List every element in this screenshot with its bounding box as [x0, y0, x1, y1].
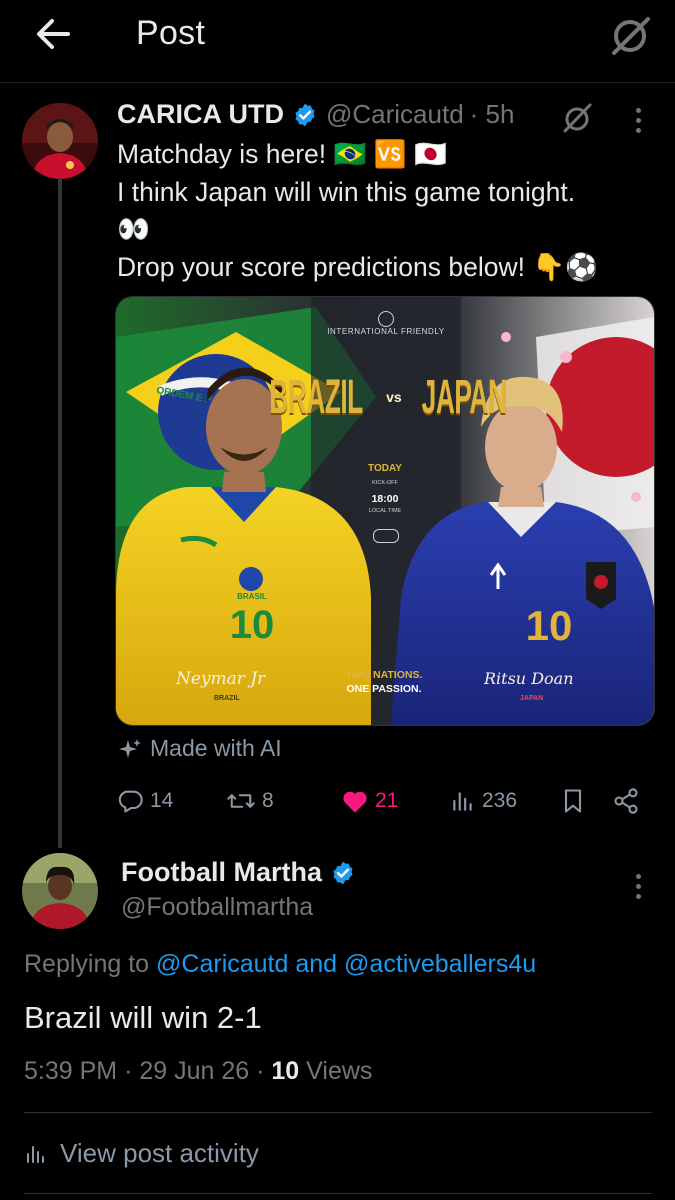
more-options-icon[interactable]: [634, 108, 642, 138]
poster-day: TODAY: [368, 463, 402, 474]
reply-button[interactable]: 14: [116, 783, 173, 819]
replying-handle-link[interactable]: @activeballers4u: [344, 950, 536, 978]
share-button[interactable]: [612, 783, 640, 819]
grok-small-icon[interactable]: [560, 101, 594, 135]
divider: [24, 1112, 652, 1113]
thread-connector: [58, 178, 62, 848]
replying-handle-link[interactable]: @Caricautd: [156, 950, 288, 978]
poster-kickoff-label: KICK-OFF: [372, 480, 398, 486]
poster-team-left: BRAZIL: [269, 370, 363, 424]
author-name[interactable]: CARICA UTD: [117, 99, 284, 130]
replying-prefix: Replying to: [24, 950, 150, 978]
page-title: Post: [136, 14, 206, 52]
tweet-line: Drop your score predictions below! 👇⚽: [117, 251, 599, 282]
poster-matchup-title: BRAZIL vs JAPAN: [269, 357, 506, 437]
view-count: 236: [482, 789, 518, 812]
tweet-line: Matchday is here! 🇧🇷 🆚 🇯🇵: [117, 139, 448, 169]
reply-body: Brazil will win 2-1: [24, 1000, 262, 1035]
analytics-bars-icon: [453, 792, 472, 811]
more-options-icon[interactable]: [634, 874, 642, 904]
ai-generated-label[interactable]: Made with AI: [118, 735, 282, 762]
reply-author-name[interactable]: Football Martha: [121, 857, 322, 888]
poster-tagline-2: ONE PASSION.: [346, 683, 422, 695]
views-button[interactable]: 236: [450, 783, 517, 819]
poster-top-label: INTERNATIONAL FRIENDLY: [327, 327, 445, 336]
reply-count: 14: [150, 789, 174, 812]
post-time[interactable]: 5:39 PM: [24, 1057, 117, 1085]
bookmark-icon: [564, 789, 582, 813]
like-count: 21: [375, 789, 399, 812]
view-post-activity-button[interactable]: View post activity: [24, 1138, 259, 1169]
ai-label-text: Made with AI: [150, 735, 282, 761]
verified-badge-icon: [292, 102, 318, 128]
views-label: Views: [306, 1057, 373, 1085]
poster-left-signature: Neymar Jr: [176, 669, 266, 689]
tweet-body: Matchday is here! 🇧🇷 🆚 🇯🇵 I think Japan …: [117, 136, 657, 286]
tweet-author-row: CARICA UTD @Caricautd · 5h: [117, 99, 514, 130]
back-arrow-icon[interactable]: [32, 14, 76, 54]
poster-kickoff-time: 18:00: [371, 493, 399, 505]
post-time[interactable]: · 5h: [470, 99, 515, 130]
heart-filled-icon: [343, 791, 367, 813]
reply-author-handle[interactable]: @Footballmartha: [121, 893, 313, 922]
verified-badge-icon: [330, 860, 356, 886]
reply-icon: [118, 790, 143, 813]
repost-button[interactable]: 8: [226, 783, 274, 819]
view-post-activity-label: View post activity: [60, 1138, 259, 1168]
repost-icon: [227, 794, 255, 808]
poster-team-right: JAPAN: [421, 370, 507, 424]
top-bar: Post: [0, 0, 675, 83]
bookmark-button[interactable]: [560, 783, 586, 819]
reply-author-row: Football Martha: [121, 857, 356, 888]
football-martha-avatar[interactable]: [22, 853, 98, 929]
poster-right-country: JAPAN: [520, 695, 544, 702]
poster-vs: vs: [386, 389, 402, 405]
replying-and[interactable]: and: [295, 950, 337, 978]
analytics-bars-icon: [27, 1145, 44, 1163]
like-button[interactable]: 21: [341, 783, 398, 819]
sparkle-icon: [119, 738, 141, 758]
repost-count: 8: [262, 789, 274, 812]
poster-right-number: 10: [525, 602, 573, 649]
post-date[interactable]: 29 Jun 26: [139, 1057, 249, 1085]
post-metadata: 5:39 PM · 29 Jun 26 · 10 Views: [24, 1057, 373, 1085]
divider: [24, 1193, 652, 1194]
tweet-line: 👀: [117, 214, 150, 244]
views-count: 10: [271, 1057, 300, 1085]
poster-tagline-1: TWO NATIONS.: [345, 669, 423, 681]
author-handle[interactable]: @Caricautd: [326, 99, 464, 130]
grok-icon[interactable]: [608, 13, 652, 57]
poster-left-shirt-text: BRASIL: [237, 592, 267, 601]
poster-time-note: LOCAL TIME: [368, 508, 402, 514]
tweet-line: I think Japan will win this game tonight…: [117, 176, 576, 207]
tweet-action-bar: 14 8 21 236: [116, 783, 656, 819]
poster-left-country: BRAZIL: [214, 695, 240, 702]
carica-utd-avatar[interactable]: [22, 103, 98, 179]
poster-right-signature: Ritsu Doan: [484, 669, 574, 688]
replying-to-line: Replying to @Caricautd and @activeballer…: [24, 950, 536, 979]
stadium-icon: [373, 529, 399, 543]
poster-text-layer: INTERNATIONAL FRIENDLY BRAZIL vs JAPAN T…: [116, 297, 654, 725]
match-poster-image[interactable]: ORDEM E P INTERNATIONAL FRIENDLY BRAZIL: [115, 296, 655, 726]
trophy-emblem-icon: [378, 311, 394, 327]
share-icon: [614, 788, 638, 814]
poster-left-number: 10: [229, 603, 275, 647]
